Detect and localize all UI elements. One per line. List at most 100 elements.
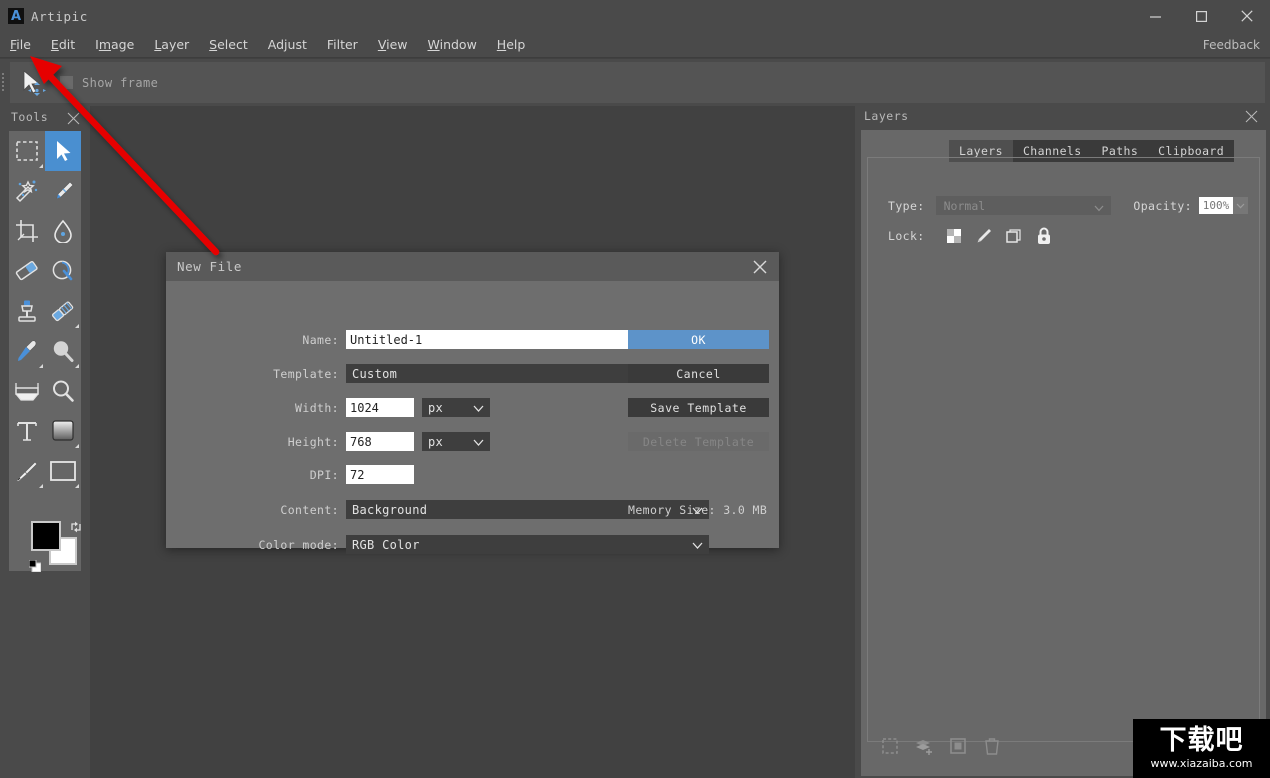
lock-transparency-icon[interactable] (939, 226, 969, 246)
pen-tool[interactable] (9, 451, 45, 491)
height-unit-value: px (428, 434, 444, 449)
swap-arrows-icon[interactable] (69, 519, 83, 538)
dialog-title: New File (177, 259, 243, 274)
close-icon[interactable] (67, 110, 80, 125)
menu-item-help[interactable]: Help (487, 32, 536, 58)
lock-row: Lock: (888, 226, 1059, 246)
eraser-tool[interactable] (9, 251, 45, 291)
foreground-color-swatch[interactable] (31, 521, 61, 551)
blend-type-row: Type: Normal Opacity: 100% (888, 196, 1248, 215)
menu-item-edit[interactable]: Edit (41, 32, 85, 58)
lock-position-icon[interactable] (999, 226, 1029, 246)
clone-stamp-tool[interactable] (9, 291, 45, 331)
delete-layer-icon[interactable] (975, 734, 1009, 758)
crop-tool[interactable] (9, 211, 45, 251)
layers-panel: Layers Layers Channels Paths Clipboard T… (855, 106, 1270, 778)
chevron-down-icon (692, 539, 703, 553)
layers-panel-body: Layers Channels Paths Clipboard Type: No… (861, 130, 1266, 776)
dialog-body: Name: Template: Custom Width: px (166, 281, 779, 554)
menu-item-window[interactable]: Window (418, 32, 487, 58)
options-bar-grip[interactable] (2, 73, 7, 91)
lock-label: Lock: (888, 229, 925, 243)
menu-item-filter[interactable]: Filter (317, 32, 368, 58)
show-frame-checkbox[interactable] (60, 76, 73, 89)
chevron-down-icon (473, 436, 484, 450)
content-label: Content: (280, 502, 339, 517)
eyedropper-tool[interactable] (9, 331, 45, 371)
tool-corner-indicator (39, 364, 43, 368)
menu-item-adjust[interactable]: Adjust (258, 32, 317, 58)
close-icon[interactable] (753, 259, 767, 278)
save-template-button[interactable]: Save Template (628, 398, 769, 417)
blur-tool[interactable] (45, 211, 81, 251)
blend-mode-select[interactable]: Normal (935, 196, 1112, 215)
name-label: Name: (302, 332, 339, 347)
feedback-link[interactable]: Feedback (1203, 38, 1260, 52)
width-input[interactable] (346, 398, 414, 417)
app-title: Artipic (31, 8, 88, 24)
width-unit-value: px (428, 400, 444, 415)
height-unit-select[interactable]: px (422, 432, 490, 451)
app-logo-icon: A (8, 8, 24, 24)
minimize-button[interactable] (1132, 0, 1178, 32)
cancel-button[interactable]: Cancel (628, 364, 769, 383)
maximize-button[interactable] (1178, 0, 1224, 32)
delete-template-button: Delete Template (628, 432, 769, 451)
add-mask-icon[interactable] (873, 734, 907, 758)
width-unit-select[interactable]: px (422, 398, 490, 417)
opacity-dropdown-icon[interactable] (1233, 197, 1248, 214)
menu-item-image[interactable]: Image (85, 32, 144, 58)
new-layer-icon[interactable] (941, 734, 975, 758)
sharpen-tool[interactable] (45, 331, 81, 371)
title-bar: A Artipic (0, 0, 1270, 32)
blend-mode-value: Normal (943, 198, 986, 213)
reset-colors-icon[interactable] (28, 557, 42, 573)
perspective-tool[interactable] (9, 371, 45, 411)
tools-panel-title: Tools (11, 110, 49, 124)
logo-glyph: A (10, 8, 22, 24)
lock-all-icon[interactable] (1029, 226, 1059, 246)
new-file-dialog: New File Name: Template: Custom (166, 252, 779, 554)
dpi-label: DPI: (309, 467, 339, 482)
menu-item-layer[interactable]: Layer (144, 32, 199, 58)
tool-corner-indicator (75, 444, 79, 448)
dodge-tool[interactable] (45, 251, 81, 291)
healing-brush-tool[interactable] (45, 291, 81, 331)
shape-tool[interactable] (45, 451, 81, 491)
layers-panel-title: Layers (864, 109, 909, 123)
menu-item-file[interactable]: File (0, 32, 41, 58)
layers-panel-header: Layers (855, 106, 1270, 126)
watermark-url: www.xiazaiba.com (1150, 757, 1253, 770)
color-mode-select[interactable]: RGB Color (346, 535, 709, 554)
rectangular-marquee-tool[interactable] (9, 131, 45, 171)
memory-size-text: Memory Size: 3.0 MB (628, 503, 768, 517)
text-tool[interactable] (9, 411, 45, 451)
height-row: Height: px (166, 432, 490, 451)
site-watermark: 下载吧 www.xiazaiba.com (1133, 719, 1270, 778)
gradient-tool[interactable] (45, 411, 81, 451)
chevron-down-icon (1094, 201, 1104, 215)
ok-button[interactable]: OK (628, 330, 769, 349)
tool-corner-indicator (75, 324, 79, 328)
opacity-input[interactable]: 100% (1199, 197, 1233, 214)
color-mode-row: Color mode: RGB Color (166, 535, 709, 554)
layers-panel-footer (873, 734, 1009, 758)
new-layer-group-icon[interactable] (907, 734, 941, 758)
zoom-tool[interactable] (45, 371, 81, 411)
height-input[interactable] (346, 432, 414, 451)
width-label: Width: (295, 400, 339, 415)
brush-tool[interactable] (45, 171, 81, 211)
close-button[interactable] (1224, 0, 1270, 32)
move-tool-icon (18, 68, 48, 98)
move-tool[interactable] (45, 131, 81, 171)
layers-content-region: Type: Normal Opacity: 100% Lock: (867, 157, 1260, 742)
lock-pixels-icon[interactable] (969, 226, 999, 246)
close-icon[interactable] (1245, 108, 1258, 123)
tools-panel-header: Tools (0, 106, 90, 128)
dpi-input[interactable] (346, 465, 414, 484)
menu-item-select[interactable]: Select (199, 32, 258, 58)
template-value: Custom (352, 366, 398, 381)
menu-item-view[interactable]: View (368, 32, 418, 58)
magic-wand-tool[interactable] (9, 171, 45, 211)
show-frame-label: Show frame (82, 75, 159, 90)
